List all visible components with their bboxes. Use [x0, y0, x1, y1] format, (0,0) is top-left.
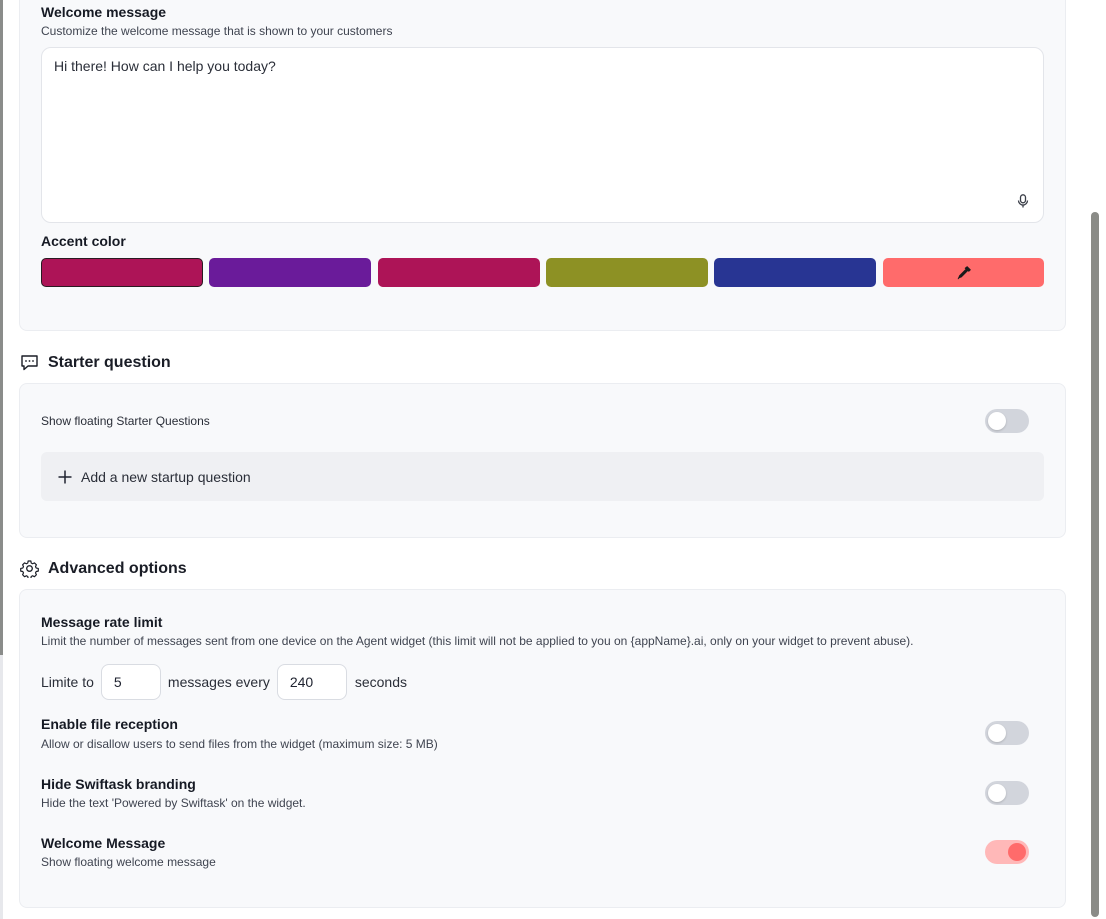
accent-swatch-3[interactable] [378, 258, 540, 287]
starter-question-label: Starter question [48, 353, 171, 371]
scrollbar-thumb[interactable] [1091, 212, 1099, 917]
show-starter-questions-label: Show floating Starter Questions [41, 414, 210, 428]
rate-limit-description: Limit the number of messages sent from o… [41, 634, 914, 648]
rate-limit-suffix: seconds [354, 674, 408, 690]
starter-question-heading: Starter question [20, 353, 171, 372]
scrollbar[interactable] [1084, 0, 1106, 919]
welcome-message-text[interactable]: Hi there! How can I help you today? [54, 58, 276, 74]
advanced-options-heading: Advanced options [20, 559, 187, 578]
gear-icon [20, 560, 39, 578]
accent-color-title: Accent color [41, 233, 126, 249]
accent-swatch-4[interactable] [546, 258, 708, 287]
toggle-knob [1008, 843, 1026, 861]
accent-swatch-5[interactable] [714, 258, 876, 287]
advanced-options-label: Advanced options [48, 559, 187, 577]
toggle-knob [988, 784, 1006, 802]
welcome-message-toggle-description: Show floating welcome message [41, 855, 216, 869]
toggle-knob [988, 724, 1006, 742]
hide-branding-title: Hide Swiftask branding [41, 776, 196, 792]
add-startup-question-button[interactable]: Add a new startup question [41, 452, 1044, 501]
toggle-knob [988, 412, 1006, 430]
rate-limit-prefix: Limite to [41, 674, 94, 690]
left-scroll-edge [0, 0, 3, 919]
welcome-message-input[interactable]: Hi there! How can I help you today? [41, 47, 1044, 223]
hide-branding-toggle[interactable] [985, 781, 1029, 805]
file-reception-description: Allow or disallow users to send files fr… [41, 737, 438, 751]
plus-icon [58, 470, 72, 483]
seconds-input[interactable]: 240 [276, 664, 347, 700]
welcome-message-toggle-title: Welcome Message [41, 835, 166, 851]
messages-count-input[interactable]: 5 [100, 664, 161, 700]
hide-branding-description: Hide the text 'Powered by Swiftask' on t… [41, 796, 306, 810]
rate-limit-middle: messages every [167, 674, 270, 690]
add-startup-question-label: Add a new startup question [81, 468, 251, 485]
rate-limit-title: Message rate limit [41, 614, 163, 630]
accent-swatch-2[interactable] [209, 258, 371, 287]
welcome-message-toggle[interactable] [985, 840, 1029, 864]
eyedropper-icon [957, 265, 971, 279]
microphone-icon[interactable] [1017, 194, 1029, 208]
accent-swatch-1[interactable] [41, 258, 203, 287]
file-reception-toggle[interactable] [985, 721, 1029, 745]
show-starter-questions-toggle[interactable] [985, 409, 1029, 433]
accent-custom-color-button[interactable] [883, 258, 1044, 287]
rate-limit-row: Limite to 5 messages every 240 seconds [41, 664, 407, 700]
welcome-message-description: Customize the welcome message that is sh… [41, 24, 393, 38]
chat-bubble-icon [21, 355, 38, 371]
file-reception-title: Enable file reception [41, 716, 178, 732]
left-scroll-thumb[interactable] [0, 0, 3, 655]
welcome-message-title: Welcome message [41, 4, 167, 20]
